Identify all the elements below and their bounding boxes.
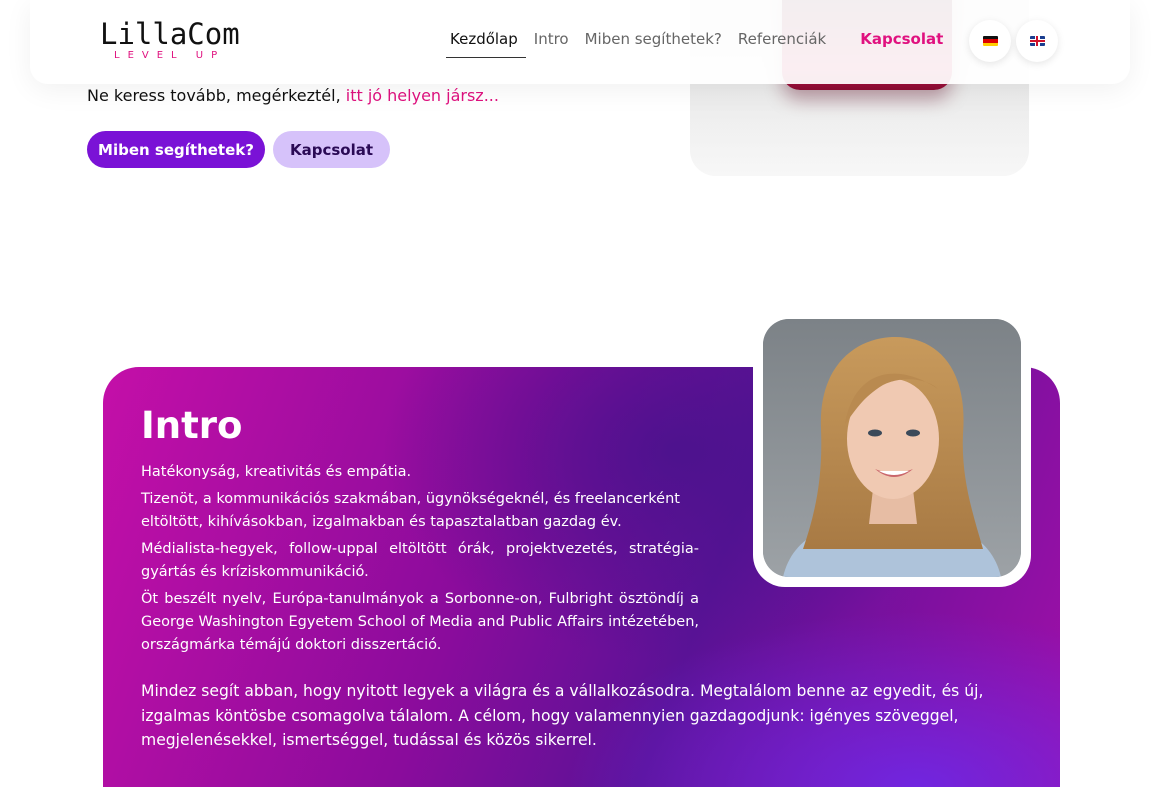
nav-item-references[interactable]: Referenciák: [738, 30, 826, 56]
logo-tagline: LEVEL UP: [114, 50, 226, 61]
intro-paragraph: Tizenöt, a kommunikációs szakmában, ügyn…: [141, 491, 680, 507]
flag-de-icon: [982, 36, 998, 46]
nav-item-contact[interactable]: Kapcsolat: [860, 30, 943, 56]
nav-item-intro[interactable]: Intro: [534, 30, 569, 56]
hero-tagline: Ne keress tovább, megérkeztél, itt jó he…: [87, 86, 499, 105]
portrait-photo: [763, 319, 1021, 577]
nav-item-home[interactable]: Kezdőlap: [446, 30, 526, 58]
intro-closing-text: Mindez segít abban, hogy nyitott legyek …: [141, 682, 984, 749]
portrait-illustration: [763, 319, 1021, 577]
logo[interactable]: LillaCom LEVEL UP: [100, 18, 240, 62]
language-en-button[interactable]: [1016, 20, 1058, 62]
intro-paragraph: Öt beszélt nyelv, Európa-tanulmányok a S…: [141, 591, 699, 653]
hero-tagline-accent: itt jó helyen jársz...: [345, 86, 499, 105]
site-header: LillaCom LEVEL UP Kezdőlap Intro Miben s…: [30, 0, 1130, 84]
hero-tagline-text: Ne keress tovább, megérkeztél,: [87, 86, 346, 105]
services-button[interactable]: Miben segíthetek?: [87, 131, 265, 168]
language-de-button[interactable]: [969, 20, 1011, 62]
flag-uk-icon: [1029, 36, 1045, 46]
main-nav: Kezdőlap Intro Miben segíthetek? Referen…: [446, 30, 959, 58]
intro-paragraph: Médialista-hegyek, follow-uppal eltöltöt…: [141, 541, 699, 580]
intro-paragraph: Hatékonyság, kreativitás és empátia.: [141, 464, 412, 480]
nav-item-services[interactable]: Miben segíthetek?: [585, 30, 722, 56]
contact-button[interactable]: Kapcsolat: [273, 131, 390, 168]
intro-paragraph: eltöltött, kihívásokban, izgalmakban és …: [141, 514, 622, 530]
intro-title: Intro: [141, 404, 243, 447]
intro-text: Hatékonyság, kreativitás és empátia. Tiz…: [141, 461, 699, 661]
logo-wordmark: LillaCom: [100, 17, 240, 51]
